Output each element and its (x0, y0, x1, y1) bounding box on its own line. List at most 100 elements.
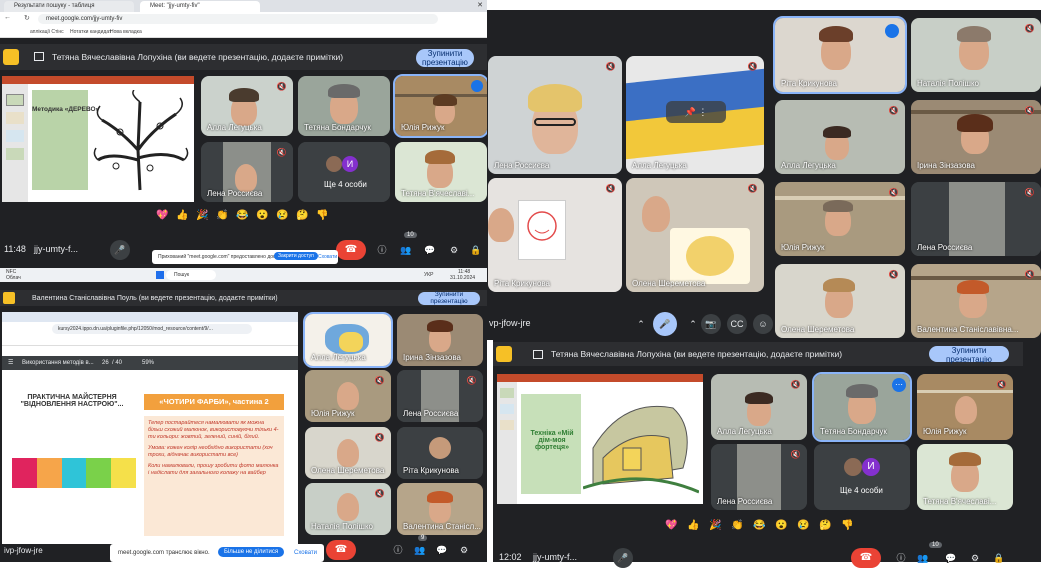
browser-tab-active[interactable]: Meet: "jjy-umty-fiv" (140, 1, 260, 12)
bookmark[interactable]: аплікації Стінс (30, 29, 64, 35)
participant-tile-speaking[interactable]: ⋯ Тетяна Бондарчук (812, 372, 912, 442)
slide-thumb[interactable] (500, 388, 514, 398)
reaction-heart-icon[interactable]: 💖 (156, 210, 168, 221)
reaction-surprised-icon[interactable]: 😮 (256, 210, 268, 221)
participant-tile[interactable]: Тетяна В'ячеславі... (395, 142, 487, 202)
more-options-icon[interactable]: ⋯ (892, 378, 906, 392)
participant-tile[interactable]: Ірина Зінзазова (397, 314, 483, 366)
participant-tile[interactable]: 🔇 Лена Россиєва (488, 56, 622, 174)
participant-tile[interactable]: 🔇 Алла Легуцька (775, 100, 905, 174)
camera-button[interactable]: 📷 (701, 314, 721, 334)
participant-tile[interactable]: 🔇 Юлія Рижук (305, 370, 391, 422)
participant-tile-speaking[interactable]: Алла Легуцька (303, 312, 393, 368)
emoji-button[interactable]: ☺ (753, 314, 773, 334)
slide-thumb[interactable] (6, 94, 24, 106)
end-call-button[interactable]: ☎ (336, 240, 366, 260)
lock-button[interactable]: 🔒 (989, 548, 1009, 568)
people-button[interactable]: 👥 (913, 548, 933, 568)
reaction-thumbs-up-icon[interactable]: 👍 (176, 210, 188, 221)
participant-tile[interactable]: 🔇 Олена Шереметова (626, 178, 764, 292)
mic-button[interactable]: 🎤 (110, 240, 130, 260)
zoom-level[interactable]: 59% (142, 360, 154, 366)
back-icon[interactable]: ← (4, 14, 11, 21)
bookmark[interactable]: Нова вкладка (110, 29, 142, 35)
participant-tile[interactable]: 🔇 Лена Россиєва (711, 444, 807, 510)
window-close-icon[interactable]: ✕ (477, 1, 483, 9)
activities-button[interactable]: ⚙ (454, 540, 474, 560)
participant-tile[interactable]: 🔇 Алла Легуцька (201, 76, 293, 136)
participant-tile[interactable]: Валентина Станісл... (397, 483, 483, 535)
participant-tile[interactable]: 📌 ⋮ 🔇 Алла Легуцька (626, 56, 764, 174)
participant-tile[interactable]: Тетяна Бондарчук (298, 76, 390, 136)
taskbar-search[interactable]: Пошук (166, 270, 216, 280)
mic-button[interactable]: 🎤 (653, 312, 677, 336)
slide-thumb[interactable] (6, 148, 24, 160)
windows-start-icon[interactable] (156, 271, 164, 279)
page-number[interactable]: 26 (102, 360, 109, 366)
participant-tile[interactable]: 🔇 Юлія Рижук (775, 182, 905, 256)
reaction-sad-icon[interactable]: 😢 (797, 520, 809, 531)
browser-tab[interactable]: Результати пошуку - таблиця (4, 1, 134, 12)
participant-tile[interactable]: Тетяна В'ячеславі... (917, 444, 1013, 510)
reaction-party-icon[interactable]: 🎉 (709, 520, 721, 531)
participant-tile[interactable]: 🔇 Ірина Зінзазова (911, 100, 1041, 174)
stop-presenting-button[interactable]: Зупинити презентацію (418, 291, 480, 305)
end-call-button[interactable]: ☎ (851, 548, 881, 568)
activities-button[interactable]: ⚙ (444, 240, 464, 260)
chat-button[interactable]: 💬 (420, 240, 440, 260)
more-participants-tile[interactable]: И Ще 4 особи (298, 142, 390, 202)
bookmark[interactable]: Нотатки кандидат (70, 29, 111, 35)
people-button[interactable]: 👥 (410, 540, 430, 560)
reaction-thumbs-down-icon[interactable]: 👎 (316, 210, 328, 221)
hide-button[interactable]: Сховати (318, 254, 337, 260)
reaction-party-icon[interactable]: 🎉 (196, 210, 208, 221)
stop-sharing-button[interactable]: Більше не ділитися (218, 547, 285, 557)
slide-thumb[interactable] (500, 404, 514, 414)
chat-button[interactable]: 💬 (432, 540, 452, 560)
pin-icon[interactable]: 📌 ⋮ (666, 101, 726, 123)
reaction-heart-icon[interactable]: 💖 (665, 520, 677, 531)
reaction-thumbs-up-icon[interactable]: 👍 (687, 520, 699, 531)
participant-tile[interactable]: 🔇 Валентина Станіславівна... (911, 264, 1041, 338)
participant-tile[interactable]: 🔇 Олена Шереметова (775, 264, 905, 338)
participant-tile[interactable]: 🔇 Юлія Рижук (917, 374, 1013, 440)
address-bar[interactable]: meet.google.com/jjy-umty-fiv (38, 14, 438, 24)
chat-button[interactable]: 💬 (941, 548, 961, 568)
slide-thumb[interactable] (6, 112, 24, 124)
mic-button[interactable]: 🎤 (613, 548, 633, 568)
participant-tile[interactable]: 🔇 Наталія Полішко (305, 483, 391, 535)
reaction-sad-icon[interactable]: 😢 (276, 210, 288, 221)
participant-tile[interactable]: 🔇 Алла Легуцька (711, 374, 807, 440)
stop-sharing-button[interactable]: Закрити доступ (274, 252, 318, 260)
captions-button[interactable]: CC (727, 314, 747, 334)
reaction-laugh-icon[interactable]: 😂 (753, 520, 765, 531)
stop-presenting-button[interactable]: Зупинити презентацію (929, 346, 1009, 364)
menu-icon[interactable]: ☰ (8, 359, 13, 366)
more-participants-tile[interactable]: И Ще 4 особи (814, 444, 910, 510)
lock-button[interactable]: 🔒 (466, 240, 486, 260)
hide-button[interactable]: Сховати (294, 550, 317, 556)
activities-button[interactable]: ⚙ (965, 548, 985, 568)
people-button[interactable]: 👥 (396, 240, 416, 260)
slide-thumb[interactable] (6, 130, 24, 142)
reaction-surprised-icon[interactable]: 😮 (775, 520, 787, 531)
reaction-thinking-icon[interactable]: 🤔 (819, 520, 831, 531)
reaction-thumbs-down-icon[interactable]: 👎 (841, 520, 853, 531)
participant-tile[interactable]: 🔇 Лена Россиєва (397, 370, 483, 422)
info-button[interactable]: ⓘ (372, 240, 392, 260)
slide-thumb[interactable] (500, 420, 514, 430)
stop-presenting-button[interactable]: Зупинити презентацію (416, 49, 474, 67)
info-button[interactable]: ⓘ (388, 540, 408, 560)
reaction-laugh-icon[interactable]: 😂 (236, 210, 248, 221)
reload-icon[interactable]: ↻ (24, 14, 30, 22)
participant-tile[interactable]: 🔇 Лена Россиєва (911, 182, 1041, 256)
participant-tile[interactable]: 🔇 Лена Россиєва (201, 142, 293, 202)
chevron-up-icon[interactable]: ⌃ (631, 314, 651, 334)
participant-tile-speaking[interactable]: Юлія Рижук (393, 74, 489, 138)
info-button[interactable]: ⓘ (891, 548, 911, 568)
reaction-clap-icon[interactable]: 👏 (731, 520, 743, 531)
end-call-button[interactable]: ☎ (326, 540, 356, 560)
participant-tile-speaking[interactable]: Ріта Крикунова (773, 16, 907, 94)
participant-tile[interactable]: Ріта Крикунова (397, 427, 483, 479)
reaction-thinking-icon[interactable]: 🤔 (296, 210, 308, 221)
